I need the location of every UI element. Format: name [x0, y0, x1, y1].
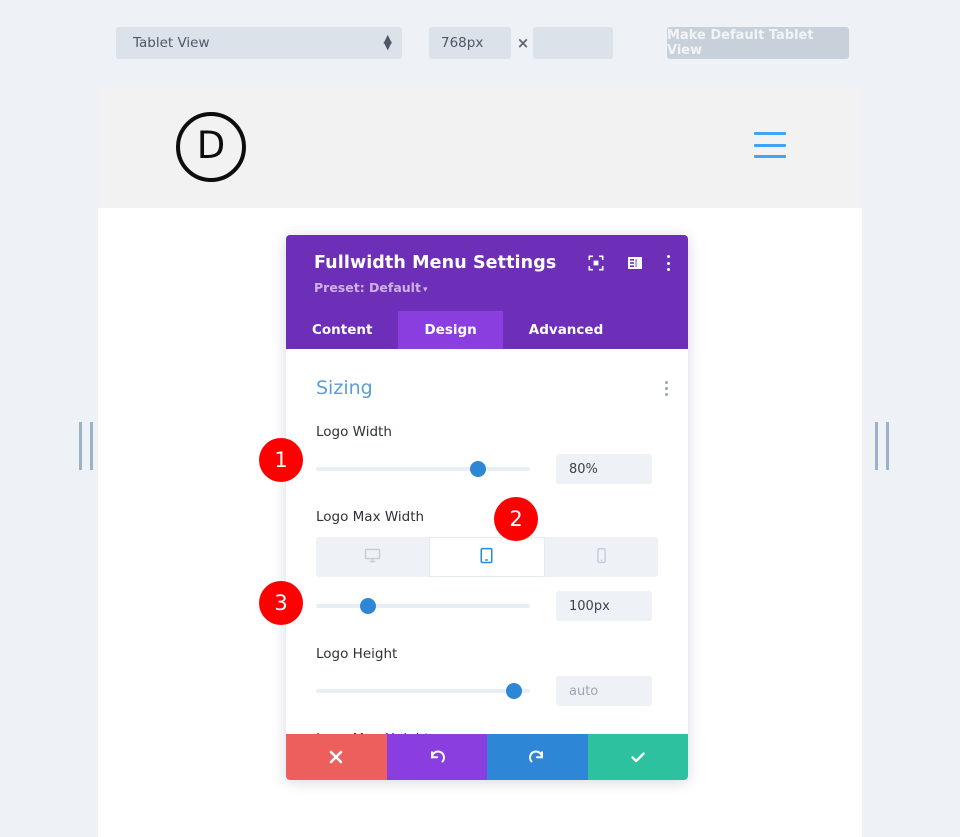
layout-panel-icon[interactable]	[627, 255, 643, 271]
slider-track	[316, 689, 530, 693]
logo-max-width-tablet-tab[interactable]	[429, 537, 545, 577]
desktop-icon	[364, 547, 381, 568]
save-button[interactable]	[587, 734, 688, 780]
module-settings-modal: Fullwidth Menu Settings Preset: Default ▾	[286, 235, 688, 780]
logo-letter: D	[196, 124, 226, 167]
divi-circle-d-logo: D	[176, 112, 246, 182]
preset-selector[interactable]: Preset: Default ▾	[314, 280, 666, 295]
section-title-sizing: Sizing	[316, 377, 373, 399]
logo-width-slider[interactable]	[316, 460, 530, 478]
slider-thumb[interactable]	[470, 461, 486, 477]
close-x-icon	[329, 750, 343, 764]
tab-advanced[interactable]: Advanced	[503, 311, 629, 349]
tab-content[interactable]: Content	[286, 311, 398, 349]
section-more-options-icon[interactable]	[665, 381, 668, 399]
tablet-icon	[479, 547, 494, 568]
viewport-height-input[interactable]	[533, 27, 613, 59]
slider-track	[316, 467, 530, 471]
logo-width-value-input[interactable]: 80%	[556, 454, 652, 484]
modal-body: Sizing Logo Width 80% Logo Max Width 100…	[286, 349, 688, 740]
annotation-badge-1: 1	[259, 438, 303, 482]
undo-arrow-icon	[430, 750, 445, 763]
resize-grip-left-icon[interactable]	[79, 422, 93, 470]
checkmark-icon	[631, 752, 645, 763]
logo-height-slider[interactable]	[316, 682, 530, 700]
logo-height-value-input[interactable]: auto	[556, 676, 652, 706]
modal-tabs: Content Design Advanced	[286, 311, 688, 349]
make-default-tablet-view-button[interactable]: Make Default Tablet View	[667, 27, 849, 59]
logo-max-width-phone-tab[interactable]	[544, 537, 658, 577]
field-label-logo-width: Logo Width	[316, 424, 392, 440]
dimension-separator: ×	[516, 34, 530, 52]
phone-icon	[596, 547, 607, 568]
responsive-preview-toolbar: Tablet View ▲ ▼ 768px × Make Default Tabl…	[0, 0, 960, 86]
resize-grip-right-icon[interactable]	[875, 422, 889, 470]
modal-footer	[286, 734, 688, 780]
modal-header: Fullwidth Menu Settings Preset: Default ▾	[286, 235, 688, 311]
logo-height-row: auto	[316, 676, 658, 706]
view-mode-select[interactable]: Tablet View ▲ ▼	[116, 27, 402, 59]
slider-thumb[interactable]	[506, 683, 522, 699]
redo-arrow-icon	[529, 750, 544, 763]
spinner-up-down-icon[interactable]: ▲ ▼	[384, 33, 392, 51]
field-logo-width: Logo Width 80%	[316, 424, 658, 484]
logo-max-width-row: 100px	[316, 591, 658, 621]
field-logo-height: Logo Height auto	[316, 646, 658, 706]
annotation-badge-3: 3	[259, 581, 303, 625]
logo-max-width-device-tabs	[316, 537, 658, 577]
focus-target-icon[interactable]	[588, 255, 604, 271]
view-mode-select-value: Tablet View	[133, 35, 210, 51]
logo-max-width-slider[interactable]	[316, 597, 530, 615]
tab-design[interactable]: Design	[398, 311, 503, 349]
undo-button[interactable]	[386, 734, 487, 780]
logo-max-width-value-input[interactable]: 100px	[556, 591, 652, 621]
field-label-logo-max-width: Logo Max Width	[316, 509, 425, 525]
annotation-badge-2: 2	[494, 497, 538, 541]
viewport-width-input[interactable]: 768px	[429, 27, 511, 59]
more-options-icon[interactable]	[666, 255, 670, 271]
site-header-bar: D	[98, 88, 862, 208]
cancel-button[interactable]	[286, 734, 387, 780]
logo-width-row: 80%	[316, 454, 658, 484]
redo-button[interactable]	[487, 734, 588, 780]
modal-header-icons	[588, 255, 670, 271]
screen-root: Tablet View ▲ ▼ 768px × Make Default Tabl…	[0, 0, 960, 837]
preset-label: Preset: Default	[314, 280, 421, 295]
chevron-down-icon: ▾	[422, 285, 428, 295]
field-label-logo-height: Logo Height	[316, 646, 398, 662]
slider-track	[316, 604, 530, 608]
hamburger-menu-icon[interactable]	[754, 132, 786, 158]
logo-max-width-desktop-tab[interactable]	[316, 537, 430, 577]
slider-thumb[interactable]	[360, 598, 376, 614]
field-logo-max-width: Logo Max Width 100px	[316, 509, 658, 621]
